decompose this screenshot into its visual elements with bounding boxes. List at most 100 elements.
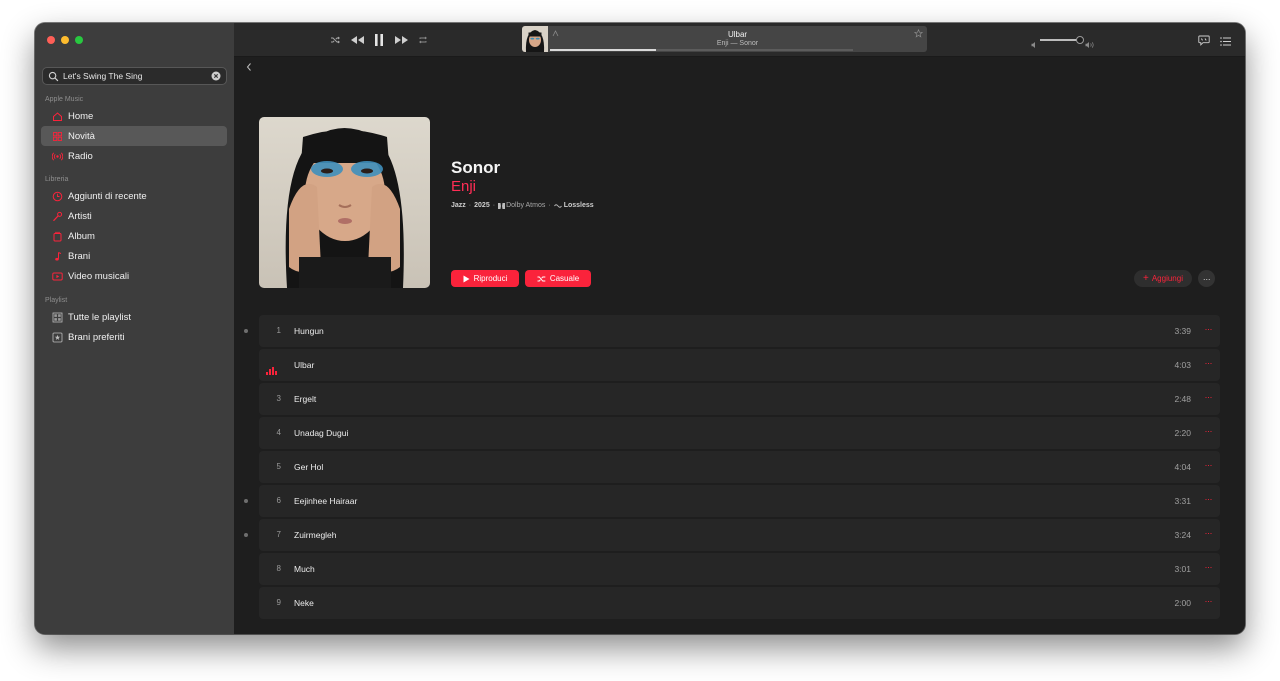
close-window-button[interactable] [47,36,55,44]
house-icon [52,111,63,122]
play-button-label: Riproduci [473,274,508,283]
sidebar-item-label: Brani [68,250,91,262]
star-playlist-icon [52,332,63,343]
sidebar-item-videos[interactable]: Video musicali [41,266,227,286]
sidebar-item-novita[interactable]: Novità [41,126,227,146]
volume-track[interactable] [1040,36,1084,44]
meta-separator: · [548,202,551,209]
main-content: Ulbar Enji — Sonor Sonor Enji Jazz · 202… [234,23,1245,634]
downloaded-dot-icon [244,533,248,537]
track-more-button[interactable]: ··· [1205,562,1213,572]
player-toolbar: Ulbar Enji — Sonor [234,23,1245,57]
album-artwork[interactable] [259,117,430,288]
sidebar-item-home[interactable]: Home [41,106,227,126]
sidebar-item-all-playlists[interactable]: Tutte le playlist [41,307,227,327]
table-row[interactable]: 4 Unadag Dugui 2:20 ··· [259,417,1220,449]
sidebar-item-label: Video musicali [68,270,130,282]
track-number: 9 [276,598,281,607]
track-more-button[interactable]: ··· [1205,392,1213,402]
favorite-star-icon[interactable] [914,29,923,38]
table-row-now-playing[interactable]: Ulbar 4:03 ··· [259,349,1220,381]
shuffle-icon[interactable] [330,34,340,46]
back-chevron-icon[interactable] [244,61,254,73]
sidebar-item-songs[interactable]: Brani [41,246,227,266]
track-list: 1 Hungun 3:39 ··· Ulbar 4:03 ··· 3 Ergel… [244,315,1220,621]
track-name: Hungun [294,326,324,336]
track-number: 7 [276,530,281,539]
plus-icon: + [1143,272,1149,284]
table-row[interactable]: 3 Ergelt 2:48 ··· [259,383,1220,415]
track-number: 1 [276,326,281,335]
queue-icon[interactable] [1220,35,1231,47]
shuffle-button[interactable]: Casuale [525,270,591,287]
play-button[interactable]: Riproduci [451,270,519,287]
search-icon [48,71,59,82]
album-more-button[interactable]: ··· [1198,270,1215,287]
album-artist-link[interactable]: Enji [451,178,476,195]
track-name: Ger Hol [294,462,324,472]
table-row[interactable]: 5 Ger Hol 4:04 ··· [259,451,1220,483]
playback-progress-bar[interactable] [550,49,853,51]
previous-icon[interactable] [350,34,365,46]
track-more-button[interactable]: ··· [1205,528,1213,538]
playlist-grid-icon [52,312,63,323]
track-number: 4 [276,428,281,437]
now-playing-panel[interactable]: Ulbar Enji — Sonor [522,26,927,52]
sidebar-item-recent[interactable]: Aggiunti di recente [41,186,227,206]
clear-icon[interactable] [211,71,221,81]
lossless-icon [553,203,562,209]
track-more-button[interactable]: ··· [1205,494,1213,504]
table-row[interactable]: 6 Eejinhee Hairaar 3:31 ··· [244,485,1220,517]
shuffle-button-label: Casuale [549,274,580,283]
sidebar-item-favorites[interactable]: Brani preferiti [41,327,227,347]
sidebar-item-album[interactable]: Album [41,226,227,246]
track-name: Zuirmegleh [294,530,337,540]
music-note-icon [52,251,63,262]
shuffle-icon [537,275,546,283]
track-more-button[interactable]: ··· [1205,324,1213,334]
sidebar: Let's Swing The Sing Apple Music Home No… [35,23,235,634]
now-playing-subtitle: Enji — Sonor [716,40,759,47]
volume-knob[interactable] [1075,36,1084,44]
table-row[interactable]: 7 Zuirmegleh 3:24 ··· [244,519,1220,551]
table-row[interactable]: 8 Much 3:01 ··· [259,553,1220,585]
now-playing-artwork[interactable] [522,26,548,52]
search-field[interactable]: Let's Swing The Sing [42,67,227,85]
microphone-icon [52,211,63,222]
table-row[interactable]: 9 Neke 2:00 ··· [259,587,1220,619]
minimize-window-button[interactable] [61,36,69,44]
track-duration: 4:03 [1174,360,1191,370]
equalizer-icon [266,362,278,375]
window-controls [47,36,83,44]
zoom-window-button[interactable] [75,36,83,44]
track-duration: 2:48 [1174,394,1191,404]
track-name: Ulbar [294,360,315,370]
lyrics-icon[interactable] [1198,34,1210,46]
repeat-icon[interactable] [418,34,428,46]
track-name: Unadag Dugui [294,428,349,438]
sidebar-item-radio[interactable]: Radio [41,146,227,166]
meta-separator: · [468,202,472,209]
table-row[interactable]: 1 Hungun 3:39 ··· [244,315,1220,347]
lossless-label: Lossless [563,202,594,209]
sidebar-item-artists[interactable]: Artisti [41,206,227,226]
album-genre: Jazz [451,202,466,209]
volume-high-icon [1085,36,1095,54]
pause-icon[interactable] [375,34,383,46]
sidebar-item-label: Aggiunti di recente [68,190,147,202]
track-name: Eejinhee Hairaar [294,496,358,506]
add-to-library-button[interactable]: + Aggiungi [1134,270,1192,287]
track-more-button[interactable]: ··· [1205,358,1213,368]
track-more-button[interactable]: ··· [1205,596,1213,606]
next-icon[interactable] [394,34,409,46]
volume-slider[interactable] [1031,35,1096,48]
track-duration: 3:24 [1174,530,1191,540]
track-more-button[interactable]: ··· [1205,460,1213,470]
track-more-button[interactable]: ··· [1205,426,1213,436]
search-input[interactable]: Let's Swing The Sing [63,71,211,81]
track-duration: 2:00 [1174,598,1191,608]
track-duration: 3:01 [1174,564,1191,574]
volume-low-icon [1031,36,1038,54]
track-number: 3 [276,394,281,403]
track-number: 6 [276,496,281,505]
